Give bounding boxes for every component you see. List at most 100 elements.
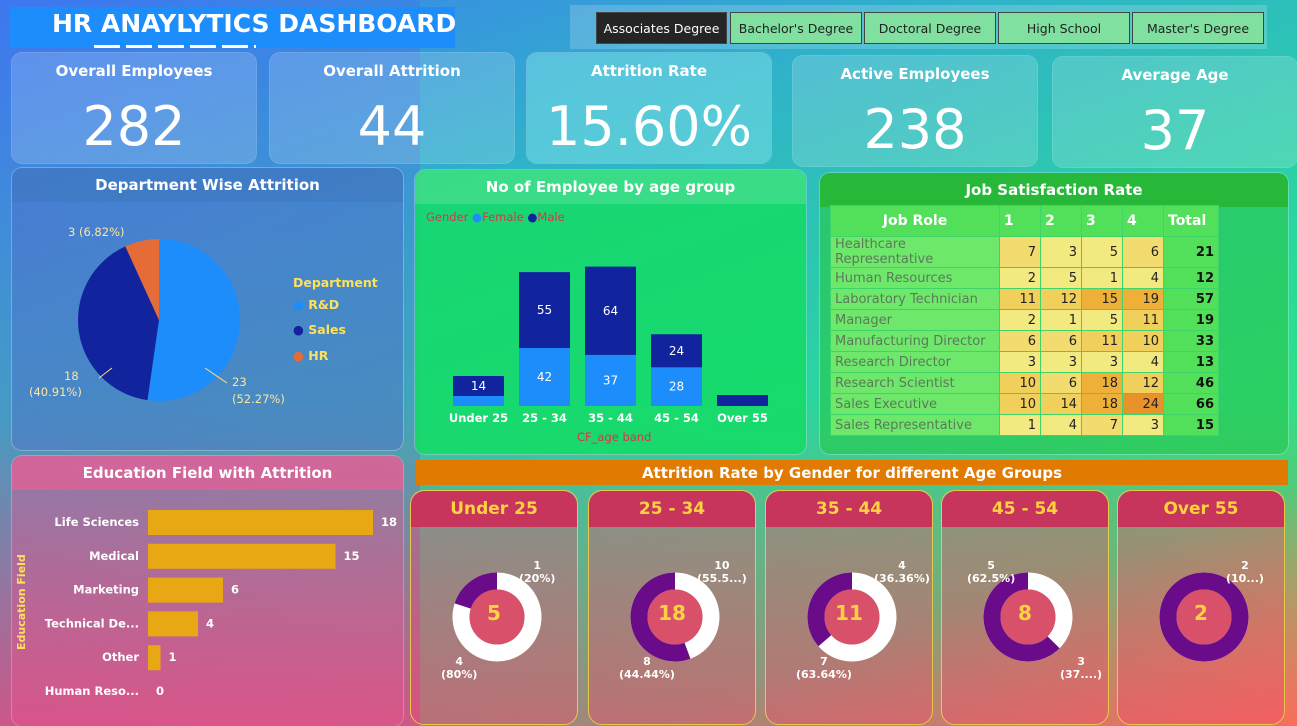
donut-total: 8 xyxy=(1018,601,1032,625)
department-pie-chart xyxy=(78,239,240,401)
count-cell: 11 xyxy=(999,288,1041,310)
slicer-associates-degree[interactable]: Associates Degree xyxy=(596,12,727,44)
x-tick: Over 55 xyxy=(717,411,768,425)
count-cell: 4 xyxy=(1040,414,1082,436)
column-header: 2 xyxy=(1040,205,1082,237)
pie-label-rd: 23 xyxy=(232,375,247,389)
donut-label-male: 4 (36.36%) xyxy=(874,559,930,585)
age-group-card: 25 - 34 18 10 (55.5...) 8 (44.44%) xyxy=(588,490,756,725)
kpi-value: 282 xyxy=(82,95,186,158)
count-cell: 10 xyxy=(1122,330,1164,352)
kpi-label: Overall Employees xyxy=(55,62,213,80)
column-header: Job Role xyxy=(830,205,1000,237)
count-cell: 14 xyxy=(1040,393,1082,415)
count-cell: 6 xyxy=(1122,236,1164,268)
kpi-active-employees: Active Employees 238 xyxy=(793,56,1037,166)
donut-total: 11 xyxy=(835,601,863,625)
count-cell: 3 xyxy=(999,351,1041,373)
kpi-label: Active Employees xyxy=(840,65,990,83)
label-female: 37 xyxy=(603,373,618,387)
donut-label-male: 1 (20%) xyxy=(519,559,556,585)
bar-female xyxy=(453,396,504,406)
donut-label-male: 10 (55.5...) xyxy=(697,559,747,585)
label-female: 42 xyxy=(537,370,552,384)
legend-item-rd: ● R&D xyxy=(293,297,340,312)
donut-label-female: 3 (37....) xyxy=(1060,655,1103,681)
age-group-card: Under 25 5 1 (20%) 4 (80%) xyxy=(410,490,578,725)
pie-label-hr: 3 (6.82%) xyxy=(68,225,125,239)
kpi-attrition-rate: Attrition Rate 15.60% xyxy=(527,53,771,163)
total-cell: 46 xyxy=(1163,372,1219,394)
kpi-label: Average Age xyxy=(1121,66,1229,84)
count-cell: 6 xyxy=(1040,372,1082,394)
slicer-high-school[interactable]: High School xyxy=(998,12,1130,44)
job-satisfaction-table: Job Role 1 2 3 4 Total Healthcare Representati… xyxy=(830,205,1219,436)
label-male: 14 xyxy=(471,379,486,393)
table-row: Manager 2 1 5 11 19 xyxy=(830,309,1219,331)
total-cell: 33 xyxy=(1163,330,1219,352)
y-tick: Human Reso... xyxy=(45,684,139,698)
edu-bar xyxy=(148,543,336,569)
count-cell: 12 xyxy=(1040,288,1082,310)
count-cell: 5 xyxy=(1081,309,1123,331)
label-male: 24 xyxy=(669,344,684,358)
donut-label-female: 4 (80%) xyxy=(441,655,478,681)
slicer-doctoral-degree[interactable]: Doctoral Degree xyxy=(864,12,996,44)
kpi-label: Overall Attrition xyxy=(323,62,461,80)
count-cell: 18 xyxy=(1081,372,1123,394)
age-bar-chart: 14 Under 25 42 55 25 - 34 37 64 35 - 44 28 24 45 -… xyxy=(449,266,768,425)
bar-value: 4 xyxy=(206,616,214,630)
edu-bar xyxy=(148,611,198,637)
job-role-cell: Laboratory Technician xyxy=(830,288,1000,310)
education-field-panel: Education Field with Attrition Education… xyxy=(12,456,403,726)
pie-label-sales-pct: (40.91%) xyxy=(29,385,82,399)
total-cell: 19 xyxy=(1163,309,1219,331)
edu-bar xyxy=(148,510,373,535)
table-row: Sales Representative 1 4 7 3 15 xyxy=(830,414,1219,436)
kpi-overall-attrition: Overall Attrition 44 xyxy=(270,53,514,163)
department-attrition-panel: Department Wise Attrition 3 (6.82%) 18 (… xyxy=(12,168,403,450)
job-role-cell: Manufacturing Director xyxy=(830,330,1000,352)
y-tick: Life Sciences xyxy=(54,515,139,529)
total-cell: 12 xyxy=(1163,267,1219,289)
total-cell: 66 xyxy=(1163,393,1219,415)
count-cell: 12 xyxy=(1122,372,1164,394)
job-role-cell: Research Director xyxy=(830,351,1000,373)
x-axis-label: CF_age band xyxy=(577,430,652,444)
count-cell: 7 xyxy=(1081,414,1123,436)
count-cell: 3 xyxy=(1040,351,1082,373)
count-cell: 5 xyxy=(1081,236,1123,268)
kpi-value: 15.60% xyxy=(546,95,752,158)
job-role-cell: Healthcare Representative xyxy=(830,236,1000,268)
job-role-cell: Research Scientist xyxy=(830,372,1000,394)
slicer-masters-degree[interactable]: Master's Degree xyxy=(1132,12,1264,44)
slicer-bachelors-degree[interactable]: Bachelor's Degree xyxy=(730,12,862,44)
y-tick: Marketing xyxy=(73,583,139,597)
panel-title: Job Satisfaction Rate xyxy=(820,173,1288,207)
bar-value: 18 xyxy=(381,515,397,529)
page-title: HR ANAYLYTICS DASHBOARD xyxy=(52,9,457,38)
total-cell: 57 xyxy=(1163,288,1219,310)
count-cell: 6 xyxy=(1040,330,1082,352)
age-group-card: 35 - 44 11 4 (36.36%) 7 (63.64%) xyxy=(765,490,933,725)
label-male: 55 xyxy=(537,303,552,317)
edu-bar xyxy=(148,645,161,671)
count-cell: 4 xyxy=(1122,351,1164,373)
bar-value: 1 xyxy=(169,650,177,664)
pie-slice-rd xyxy=(147,239,240,401)
label-male: 64 xyxy=(603,304,618,318)
kpi-overall-employees: Overall Employees 282 xyxy=(12,53,256,163)
table-row: Research Director 3 3 3 4 13 xyxy=(830,351,1219,373)
age-group-panel: No of Employee by age group Gender ●Fema… xyxy=(415,170,806,454)
job-role-cell: Human Resources xyxy=(830,267,1000,289)
column-header: 4 xyxy=(1122,205,1164,237)
job-role-cell: Sales Executive xyxy=(830,393,1000,415)
count-cell: 10 xyxy=(999,372,1041,394)
kpi-label: Attrition Rate xyxy=(590,62,708,80)
count-cell: 7 xyxy=(999,236,1041,268)
donut-label-female: 8 (44.44%) xyxy=(619,655,675,681)
legend-item-hr: ● HR xyxy=(293,348,329,363)
table-header: Job Role 1 2 3 4 Total xyxy=(830,205,1219,237)
kpi-average-age: Average Age 37 xyxy=(1053,57,1297,167)
age-group-card: 45 - 54 8 5 (62.5%) 3 (37....) xyxy=(941,490,1109,725)
